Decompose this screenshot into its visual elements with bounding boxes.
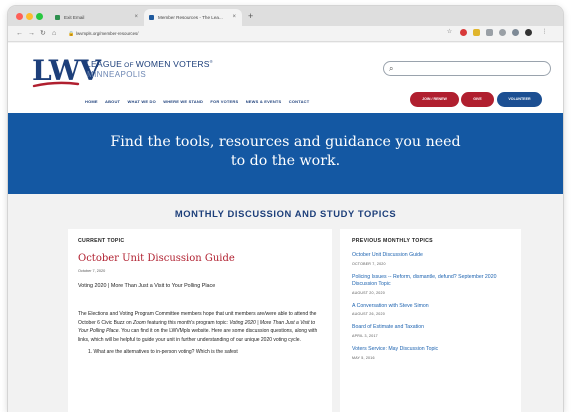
site-header: LWV LEAGUE OF WOMEN VOTERS® MINNEAPOLIS … — [8, 43, 563, 113]
list-item: Policing Issues -- Reform, dismantle, de… — [352, 274, 509, 295]
nav-item-news-events[interactable]: NEWS & EVENTS — [246, 99, 282, 104]
current-topic-card: CURRENT TOPIC October Unit Discussion Gu… — [68, 229, 332, 412]
previous-topics-card: PREVIOUS MONTHLY TOPICS October Unit Dis… — [340, 229, 521, 412]
volunteer-button[interactable]: VOLUNTEER — [497, 92, 542, 107]
profile-icon[interactable] — [525, 29, 532, 36]
tab-label: Exit Email — [64, 15, 85, 20]
nav-item-for-voters[interactable]: FOR VOTERS — [210, 99, 238, 104]
site-search-input[interactable]: ⌕ — [383, 61, 551, 76]
logo-chapter-name: MINNEAPOLIS — [87, 70, 147, 79]
reload-icon[interactable]: ↻ — [40, 28, 46, 40]
previous-topic-date: AUGUST 26, 2020 — [352, 312, 385, 317]
current-topic-label: CURRENT TOPIC — [78, 238, 125, 244]
new-tab-button[interactable]: + — [248, 9, 253, 24]
tab-exit-email[interactable]: Exit Email × — [50, 9, 144, 26]
extension-icon[interactable] — [460, 29, 467, 36]
back-icon[interactable]: ← — [16, 28, 23, 40]
extension-icon[interactable] — [486, 29, 493, 36]
previous-topic-date: MAY 5, 2016 — [352, 355, 375, 360]
close-icon[interactable]: × — [134, 9, 138, 26]
address-bar[interactable]: 🔒 lwvmpls.org/member-resources/ — [66, 29, 436, 39]
current-topic-date: October 7, 2020 — [78, 269, 106, 273]
hero-banner: Find the tools, resources and guidance y… — [8, 113, 563, 194]
logo-swoosh-icon — [32, 81, 80, 88]
tab-strip: Exit Email × Member Resources - The Lea.… — [8, 6, 563, 26]
browser-toolbar: ← → ↻ ⌂ 🔒 lwvmpls.org/member-resources/ … — [8, 26, 563, 42]
extension-icon[interactable] — [499, 29, 506, 36]
nav-item-what-we-do[interactable]: WHAT WE DO — [128, 99, 156, 104]
menu-icon[interactable]: ⋮ — [541, 29, 548, 36]
close-icon[interactable]: × — [232, 9, 236, 26]
previous-topic-date: AUGUST 20, 2020 — [352, 290, 385, 295]
previous-topic-link[interactable]: A Conversation with Steve Simon — [352, 303, 509, 311]
maximize-window-button[interactable] — [36, 13, 43, 20]
list-item: October Unit Discussion Guide OCTOBER 7,… — [352, 252, 509, 266]
previous-topic-link[interactable]: Voters Service: May Discussion Topic — [352, 346, 509, 354]
give-button[interactable]: GIVE — [461, 92, 494, 107]
logo-org-name: LEAGUE OF WOMEN VOTERS® — [86, 59, 213, 69]
minimize-window-button[interactable] — [26, 13, 33, 20]
join-renew-button[interactable]: JOIN / RENEW — [410, 92, 459, 107]
favicon-icon — [149, 15, 154, 20]
lock-icon: 🔒 — [68, 31, 75, 37]
section-title: MONTHLY DISCUSSION AND STUDY TOPICS — [174, 208, 397, 219]
previous-topic-date: APRIL 3, 2017 — [352, 333, 378, 338]
current-topic-title-link[interactable]: October Unit Discussion Guide — [78, 253, 322, 264]
close-window-button[interactable] — [16, 13, 23, 20]
nav-item-where-we-stand[interactable]: WHERE WE STAND — [163, 99, 203, 104]
list-item: A Conversation with Steve Simon AUGUST 2… — [352, 303, 509, 317]
nav-item-home[interactable]: HOME — [85, 99, 98, 104]
tab-label: Member Resources - The Lea... — [158, 15, 223, 20]
nav-item-about[interactable]: ABOUT — [105, 99, 120, 104]
discussion-question-item: 1. What are the alternatives to in-perso… — [88, 349, 238, 356]
main-nav: HOME ABOUT WHAT WE DO WHERE WE STAND FOR… — [85, 99, 315, 104]
home-icon[interactable]: ⌂ — [52, 28, 56, 40]
browser-window: Exit Email × Member Resources - The Lea.… — [8, 6, 563, 412]
previous-topic-link[interactable]: Board of Estimate and Taxation — [352, 324, 509, 332]
current-topic-subtitle: Voting 2020 | More Than Just a Visit to … — [78, 283, 216, 289]
forward-icon[interactable]: → — [28, 28, 35, 40]
hero-title: Find the tools, resources and guidance y… — [110, 134, 461, 169]
search-icon: ⌕ — [389, 64, 394, 73]
nav-item-contact[interactable]: CONTACT — [289, 99, 310, 104]
list-item: Voters Service: May Discussion Topic MAY… — [352, 346, 509, 360]
tab-member-resources[interactable]: Member Resources - The Lea... × — [144, 9, 242, 26]
previous-topic-link[interactable]: Policing Issues -- Reform, dismantle, de… — [352, 274, 509, 289]
favicon-icon — [55, 15, 60, 20]
extension-icon[interactable] — [473, 29, 480, 36]
previous-topics-label: PREVIOUS MONTHLY TOPICS — [352, 238, 433, 244]
web-page: LWV LEAGUE OF WOMEN VOTERS® MINNEAPOLIS … — [8, 43, 563, 412]
star-icon[interactable]: ☆ — [446, 29, 453, 36]
list-item: Board of Estimate and Taxation APRIL 3, … — [352, 324, 509, 338]
previous-topic-link[interactable]: October Unit Discussion Guide — [352, 252, 509, 260]
puzzle-icon[interactable] — [512, 29, 519, 36]
current-topic-body: The Elections and Voting Program Committ… — [78, 311, 318, 343]
url-text: lwvmpls.org/member-resources/ — [76, 31, 139, 36]
previous-topic-date: OCTOBER 7, 2020 — [352, 261, 386, 266]
